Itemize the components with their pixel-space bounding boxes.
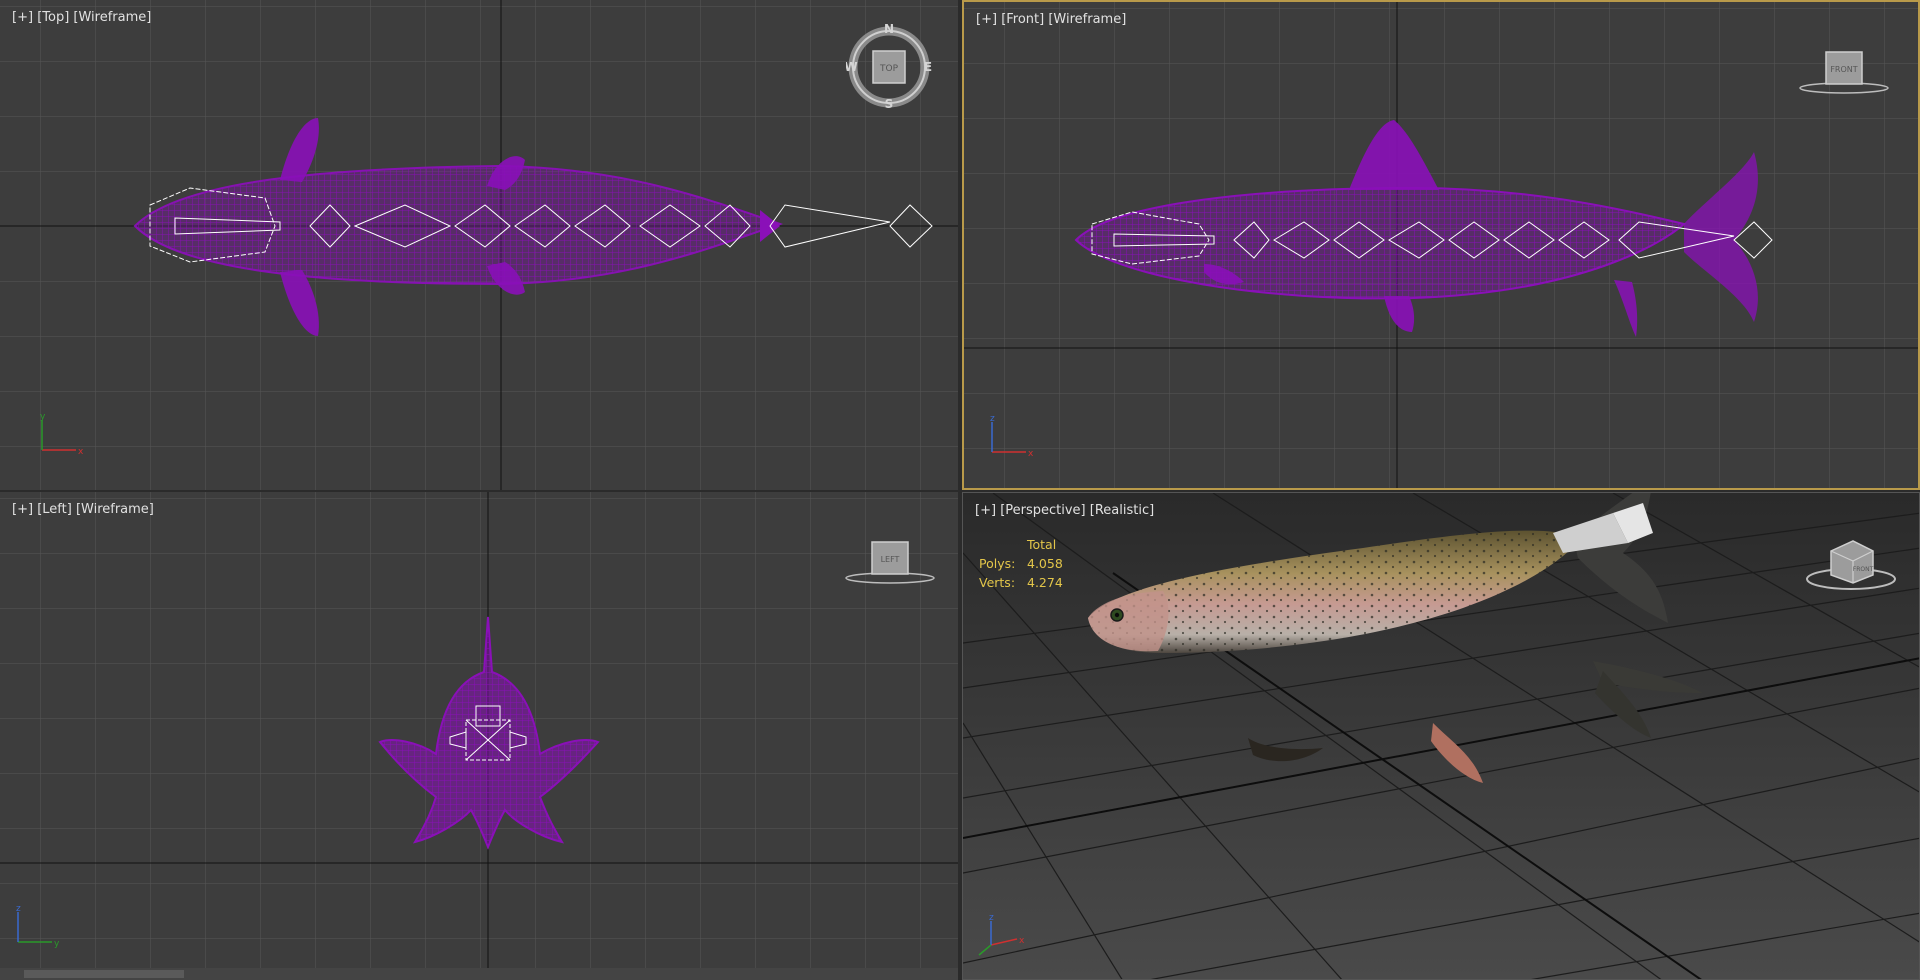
viewport-menu-button[interactable]: [+] [976, 12, 997, 27]
shading-mode-menu[interactable]: [Wireframe] [76, 502, 154, 517]
viewcube-face-label: FRONT [1853, 566, 1874, 573]
verts-label: Verts: [979, 575, 1016, 590]
verts-value: 4.274 [1027, 575, 1063, 590]
left-view-scene [0, 492, 958, 980]
viewport-left[interactable]: [+] [Left] [Wireframe] LEFT y z [0, 492, 958, 980]
viewcube-face-label: TOP [879, 64, 899, 74]
shading-mode-menu[interactable]: [Realistic] [1090, 503, 1154, 518]
view-type-menu[interactable]: [Front] [1001, 12, 1044, 27]
scene-statistics: Total Polys: 4.058 Verts: 4.274 [979, 535, 1063, 592]
svg-text:y: y [40, 412, 46, 422]
svg-text:E: E [924, 60, 932, 74]
axis-tripod-icon: x z [990, 414, 1034, 459]
view-type-menu[interactable]: [Perspective] [1000, 503, 1085, 518]
front-view-scene [964, 2, 1918, 488]
scrollbar-thumb[interactable] [24, 970, 184, 978]
viewcube-face-label: LEFT [881, 555, 900, 564]
axis-tripod-icon: y z [16, 904, 60, 949]
axis-tripod-icon: x y [40, 412, 84, 457]
viewcube-front[interactable]: FRONT [1796, 48, 1892, 98]
viewcube-icon: FRONT [1806, 540, 1896, 590]
svg-text:W: W [846, 60, 858, 74]
svg-text:z: z [16, 904, 21, 914]
viewport-label-front[interactable]: [+] [Front] [Wireframe] [976, 12, 1126, 27]
svg-text:z: z [990, 414, 995, 424]
viewport-menu-button[interactable]: [+] [975, 503, 996, 518]
top-view-scene [0, 0, 958, 490]
svg-text:z: z [989, 913, 994, 923]
viewport-menu-button[interactable]: [+] [12, 10, 33, 25]
svg-text:x: x [1019, 936, 1025, 946]
viewcube-icon: FRONT [1799, 51, 1889, 94]
polys-value: 4.058 [1027, 556, 1063, 571]
svg-text:y: y [54, 939, 60, 949]
polys-label: Polys: [979, 556, 1016, 571]
stats-header: Total [1027, 537, 1057, 552]
viewport-menu-button[interactable]: [+] [12, 502, 33, 517]
shading-mode-menu[interactable]: [Wireframe] [73, 10, 151, 25]
svg-text:S: S [885, 97, 894, 110]
compass-icon: TOP N S E W [844, 22, 932, 111]
svg-text:N: N [884, 24, 894, 36]
perspective-scene [963, 493, 1919, 979]
axis-tripod-icon: x z [978, 913, 1025, 956]
viewport-front[interactable]: [+] [Front] [Wireframe] FRONT x z [962, 0, 1920, 490]
bottom-scrollbar[interactable] [0, 968, 958, 980]
viewport-label-top[interactable]: [+] [Top] [Wireframe] [12, 10, 151, 25]
view-type-menu[interactable]: [Left] [37, 502, 72, 517]
viewcube-icon: LEFT [845, 541, 935, 584]
viewport-top[interactable]: [+] [Top] [Wireframe] TOP N S E W x y [0, 0, 958, 490]
view-type-menu[interactable]: [Top] [37, 10, 69, 25]
svg-text:x: x [78, 447, 84, 457]
viewport-label-left[interactable]: [+] [Left] [Wireframe] [12, 502, 154, 517]
viewport-label-perspective[interactable]: [+] [Perspective] [Realistic] [975, 503, 1154, 518]
svg-text:x: x [1028, 449, 1034, 459]
shading-mode-menu[interactable]: [Wireframe] [1048, 12, 1126, 27]
viewcube-face-label: FRONT [1830, 65, 1857, 74]
viewcube-left[interactable]: LEFT [842, 538, 938, 588]
viewport-perspective[interactable]: [+] [Perspective] [Realistic] Total Poly… [962, 492, 1920, 980]
viewcube-perspective[interactable]: FRONT [1801, 531, 1901, 593]
viewcube-top[interactable]: TOP N S E W [844, 22, 932, 111]
